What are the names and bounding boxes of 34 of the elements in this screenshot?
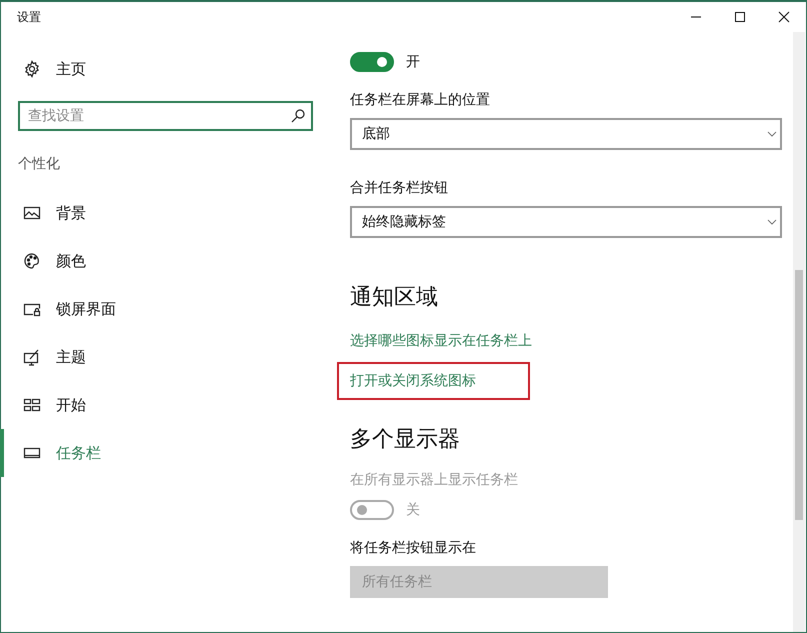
home-link[interactable]: 主页 xyxy=(0,49,331,89)
sidebar-item[interactable]: 背景 xyxy=(0,189,331,237)
toggle-state: 关 xyxy=(406,501,420,519)
setting-label: 将任务栏按钮显示在 xyxy=(350,539,477,558)
close-icon xyxy=(778,12,790,22)
sidebar-item[interactable]: 颜色 xyxy=(0,237,331,285)
palette-icon xyxy=(23,252,41,270)
setting-label: 合并任务栏按钮 xyxy=(350,179,449,198)
settings-link[interactable]: 打开或关闭系统图标 xyxy=(350,372,476,390)
maximize-icon xyxy=(735,12,745,22)
toggle-switch[interactable] xyxy=(350,52,394,72)
setting-label: 任务栏在屏幕上的位置 xyxy=(350,91,491,110)
sidebar-item[interactable]: 锁屏界面 xyxy=(0,285,331,333)
window-title: 设置 xyxy=(17,8,41,26)
section-heading: 个性化 xyxy=(18,155,61,174)
scrollbar[interactable] xyxy=(793,32,805,632)
sidebar-item[interactable]: 任务栏 xyxy=(0,429,331,477)
picture-frame-icon xyxy=(23,204,41,222)
gear-icon xyxy=(23,60,41,78)
dropdown[interactable]: 始终隐藏标签 xyxy=(350,206,782,238)
sidebar-item[interactable]: 主题 xyxy=(0,333,331,381)
dropdown[interactable]: 底部 xyxy=(350,118,782,150)
tiles-icon xyxy=(23,396,41,414)
settings-link[interactable]: 选择哪些图标显示在任务栏上 xyxy=(350,333,532,349)
section-heading: 多个显示器 xyxy=(350,426,461,454)
section-heading: 通知区域 xyxy=(350,284,439,312)
minimize-icon xyxy=(690,16,702,18)
brush-monitor-icon xyxy=(23,348,41,366)
setting-label: 在所有显示器上显示任务栏 xyxy=(350,471,519,490)
search-field[interactable]: 查找设置 xyxy=(18,101,313,131)
toggle-state: 开 xyxy=(406,53,420,71)
search-icon xyxy=(289,107,307,125)
scroll-thumb[interactable] xyxy=(795,270,803,520)
sidebar-item[interactable]: 开始 xyxy=(0,381,331,429)
